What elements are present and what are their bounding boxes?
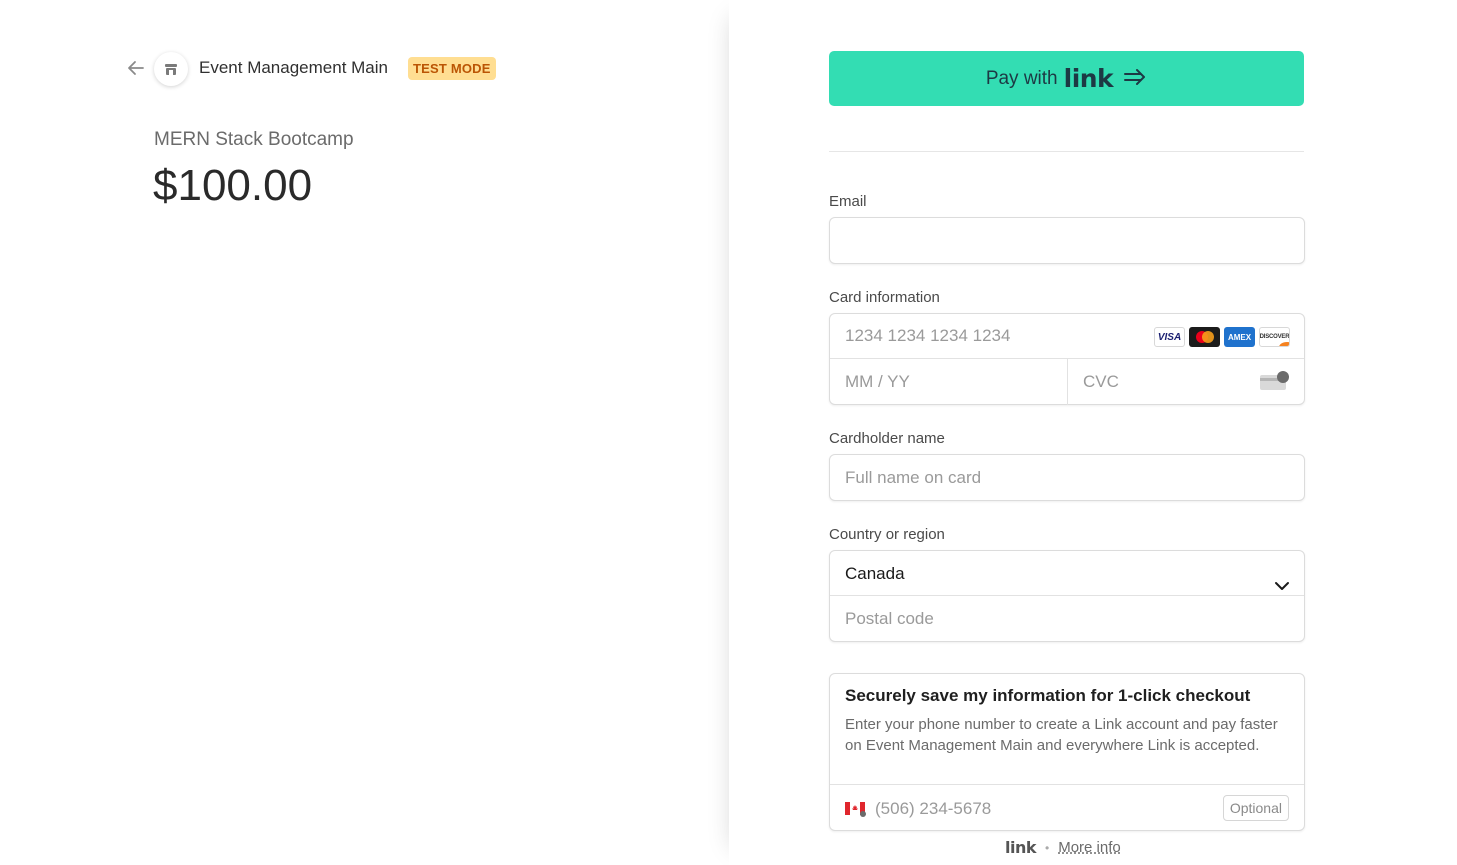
save-info-title: Securely save my information for 1-click… xyxy=(845,686,1251,705)
card-brands: VISA AMEX DISCOVER xyxy=(1154,327,1290,347)
back-arrow-icon[interactable] xyxy=(126,58,146,78)
footer-separator: • xyxy=(1045,840,1050,855)
cardholder-name-wrapper xyxy=(829,454,1305,501)
mastercard-icon xyxy=(1189,327,1220,347)
save-info-description: Enter your phone number to create a Link… xyxy=(845,716,1278,754)
visa-icon: VISA xyxy=(1154,327,1185,347)
card-information-label: Card information xyxy=(829,289,940,306)
optional-tag: Optional xyxy=(1222,795,1289,821)
merchant-name: Event Management Main xyxy=(199,58,388,77)
expiry-field[interactable] xyxy=(830,359,1067,405)
country-label: Country or region xyxy=(829,526,945,543)
arrow-right-icon xyxy=(1123,68,1147,89)
phone-placeholder: (506) 234-5678 xyxy=(875,799,992,818)
discover-icon: DISCOVER xyxy=(1259,327,1290,347)
country-select[interactable]: Canada xyxy=(830,551,1304,596)
divider xyxy=(829,151,1304,152)
phone-number-field[interactable]: (506) 234-5678 Optional xyxy=(830,785,1304,831)
link-save-info-box: Securely save my information for 1-click… xyxy=(829,673,1305,831)
test-mode-badge: TEST MODE xyxy=(408,57,496,80)
link-logo: link xyxy=(1063,64,1114,93)
product-name: MERN Stack Bootcamp xyxy=(154,129,354,150)
more-info-link[interactable]: More info xyxy=(1058,839,1121,856)
product-price: $100.00 xyxy=(153,161,313,210)
link-footer: link • More info xyxy=(1005,838,1121,857)
card-information-group: VISA AMEX DISCOVER xyxy=(829,313,1305,405)
amex-icon: AMEX xyxy=(1224,327,1255,347)
pay-with-label: Pay with xyxy=(985,67,1058,89)
cardholder-name-field[interactable] xyxy=(830,455,1304,500)
canada-flag-icon xyxy=(845,801,866,817)
email-label: Email xyxy=(829,193,867,210)
cardholder-name-label: Cardholder name xyxy=(829,430,945,447)
postal-code-field[interactable] xyxy=(830,596,1304,642)
link-footer-logo: link xyxy=(1005,838,1037,857)
chevron-down-icon xyxy=(1274,566,1290,590)
email-field[interactable] xyxy=(830,218,1304,263)
country-selected-value: Canada xyxy=(845,564,905,583)
order-summary-pane: Event Management Main TEST MODE MERN Sta… xyxy=(0,0,729,865)
payment-form-pane: Pay with link Email Card information VIS… xyxy=(729,0,1457,865)
store-icon xyxy=(154,52,188,86)
country-group: Canada xyxy=(829,550,1305,642)
cvc-card-icon xyxy=(1260,371,1290,391)
email-field-wrapper xyxy=(829,217,1305,264)
pay-with-link-button[interactable]: Pay with link xyxy=(829,51,1304,106)
